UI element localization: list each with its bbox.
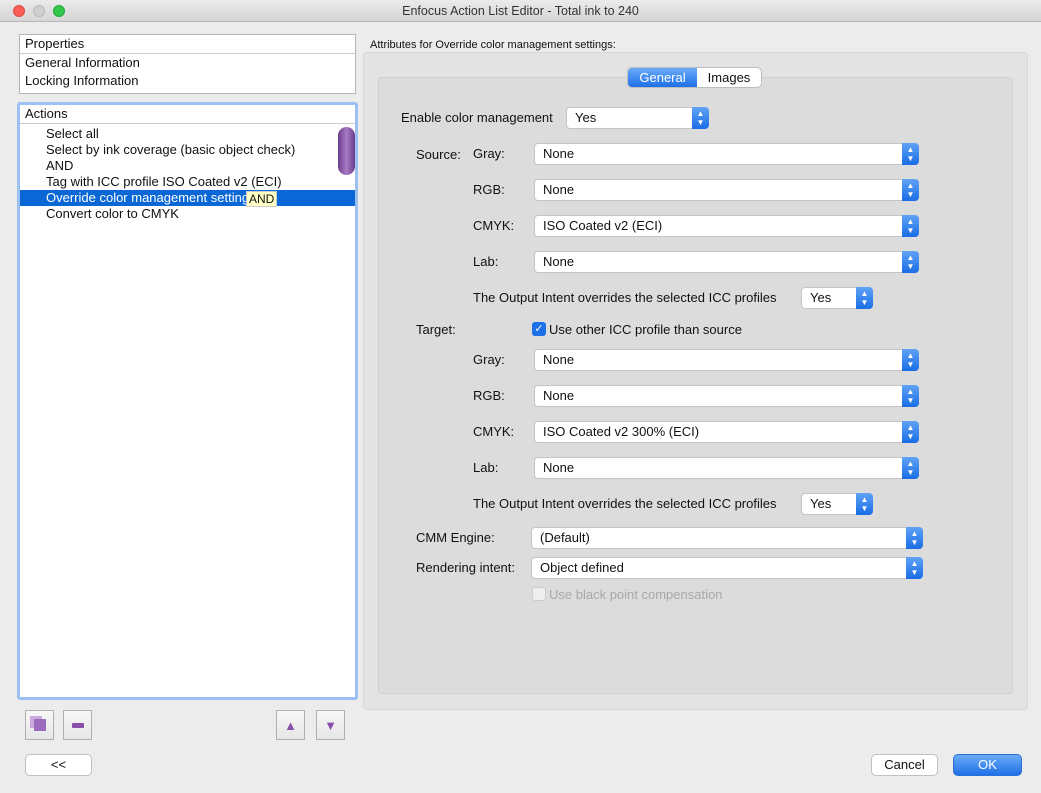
target-1-label: RGB: bbox=[473, 388, 505, 403]
arrow-down-icon: ▼ bbox=[324, 717, 337, 733]
chevron-updown-icon: ▲ ▼ bbox=[902, 215, 919, 237]
chevron-updown-icon: ▲ ▼ bbox=[906, 557, 923, 579]
cmm-select[interactable]: (Default) ▲ ▼ bbox=[531, 527, 923, 549]
actions-header-label: Actions bbox=[25, 106, 68, 121]
target-profile-select[interactable]: ISO Coated v2 300% (ECI) ▲ ▼ bbox=[534, 421, 919, 443]
target-profile-select[interactable]: None ▲ ▼ bbox=[534, 349, 919, 371]
tooltip: AND bbox=[246, 191, 278, 207]
bpc-checkbox[interactable] bbox=[532, 587, 546, 601]
properties-header: Properties bbox=[20, 35, 355, 54]
chevron-updown-icon: ▲ ▼ bbox=[692, 107, 709, 129]
bpc-label: Use black point compensation bbox=[549, 587, 723, 602]
move-up-button[interactable]: ▲ bbox=[276, 710, 305, 740]
chevron-updown-icon: ▲ ▼ bbox=[902, 421, 919, 443]
target-profile-select[interactable]: None ▲ ▼ bbox=[534, 457, 919, 479]
action-item[interactable]: Convert color to CMYK bbox=[20, 206, 355, 222]
actions-list[interactable]: Actions Select all Select by ink coverag… bbox=[17, 102, 358, 700]
source-label: Source: bbox=[416, 147, 461, 162]
arrow-up-icon: ▲ bbox=[284, 717, 297, 733]
target-profile-value: None bbox=[543, 388, 575, 403]
target-profile-value: ISO Coated v2 300% (ECI) bbox=[543, 424, 700, 439]
action-item[interactable]: Tag with ICC profile ISO Coated v2 (ECI) bbox=[20, 174, 355, 190]
target-2-label: CMYK: bbox=[473, 424, 515, 439]
source-3-label: Lab: bbox=[473, 254, 499, 269]
tab-images[interactable]: Images bbox=[697, 68, 761, 87]
source-profile-value: ISO Coated v2 (ECI) bbox=[543, 218, 663, 233]
cmm-value: (Default) bbox=[540, 530, 590, 545]
scrollbar-thumb[interactable] bbox=[338, 127, 355, 175]
target-profile-select[interactable]: None ▲ ▼ bbox=[534, 385, 919, 407]
tab-bar: General Images bbox=[627, 67, 762, 88]
chevron-updown-icon: ▲ ▼ bbox=[902, 179, 919, 201]
target-profile-value: None bbox=[543, 352, 575, 367]
intent-label: Rendering intent: bbox=[416, 560, 516, 575]
attributes-title: Attributes for Override color management… bbox=[370, 39, 616, 51]
source-oi-value: Yes bbox=[810, 290, 832, 305]
properties-list: Properties General Information Locking I… bbox=[19, 34, 356, 94]
source-0-label: Gray: bbox=[473, 146, 505, 161]
properties-item-locking[interactable]: Locking Information bbox=[20, 72, 355, 90]
source-profile-value: None bbox=[543, 182, 575, 197]
enable-label: Enable color management bbox=[401, 110, 553, 125]
target-oi-label: The Output Intent overrides the selected… bbox=[473, 496, 777, 511]
target-label: Target: bbox=[416, 322, 456, 337]
intent-select[interactable]: Object defined ▲ ▼ bbox=[531, 557, 923, 579]
source-profile-select[interactable]: ISO Coated v2 (ECI) ▲ ▼ bbox=[534, 215, 919, 237]
ok-button[interactable]: OK bbox=[953, 754, 1022, 776]
chevron-updown-icon: ▲ ▼ bbox=[902, 251, 919, 273]
target-0-label: Gray: bbox=[473, 352, 505, 367]
source-oi-label: The Output Intent overrides the selected… bbox=[473, 290, 777, 305]
duplicate-icon bbox=[33, 719, 46, 731]
source-profile-value: None bbox=[543, 254, 575, 269]
action-item[interactable]: AND bbox=[20, 158, 355, 174]
source-profile-select[interactable]: None ▲ ▼ bbox=[534, 179, 919, 201]
cmm-label: CMM Engine: bbox=[416, 530, 495, 545]
chevron-updown-icon: ▲ ▼ bbox=[856, 493, 873, 515]
chevron-updown-icon: ▲ ▼ bbox=[856, 287, 873, 309]
action-item-selected[interactable]: Override color management settings bbox=[20, 190, 355, 206]
close-button[interactable] bbox=[13, 5, 25, 17]
target-oi-value: Yes bbox=[810, 496, 832, 511]
source-1-label: RGB: bbox=[473, 182, 505, 197]
tab-general[interactable]: General bbox=[628, 68, 697, 87]
source-profile-select[interactable]: None ▲ ▼ bbox=[534, 251, 919, 273]
chevron-updown-icon: ▲ ▼ bbox=[902, 457, 919, 479]
target-profile-value: None bbox=[543, 460, 575, 475]
chevron-updown-icon: ▲ ▼ bbox=[902, 349, 919, 371]
title-bar: Enfocus Action List Editor - Total ink t… bbox=[0, 0, 1041, 22]
action-item[interactable]: Select by ink coverage (basic object che… bbox=[20, 142, 355, 158]
use-other-checkbox[interactable]: ✓ bbox=[532, 322, 546, 336]
chevron-updown-icon: ▲ ▼ bbox=[906, 527, 923, 549]
collapse-button[interactable]: << bbox=[25, 754, 92, 776]
use-other-label: Use other ICC profile than source bbox=[549, 322, 742, 337]
action-item[interactable]: Select all bbox=[20, 126, 355, 142]
target-3-label: Lab: bbox=[473, 460, 499, 475]
target-oi-select[interactable]: Yes ▲ ▼ bbox=[801, 493, 873, 515]
source-profile-select[interactable]: None ▲ ▼ bbox=[534, 143, 919, 165]
duplicate-button[interactable] bbox=[25, 710, 54, 740]
chevron-updown-icon: ▲ ▼ bbox=[902, 385, 919, 407]
intent-value: Object defined bbox=[540, 560, 624, 575]
enable-select[interactable]: Yes ▲ ▼ bbox=[566, 107, 709, 129]
actions-header: Actions bbox=[20, 105, 355, 124]
enable-value: Yes bbox=[575, 110, 597, 125]
minus-icon bbox=[71, 722, 84, 728]
zoom-button[interactable] bbox=[53, 5, 65, 17]
properties-item-general[interactable]: General Information bbox=[20, 54, 355, 72]
source-2-label: CMYK: bbox=[473, 218, 515, 233]
cancel-button[interactable]: Cancel bbox=[871, 754, 938, 776]
remove-button[interactable] bbox=[63, 710, 92, 740]
source-profile-value: None bbox=[543, 146, 575, 161]
minimize-button[interactable] bbox=[33, 5, 45, 17]
chevron-updown-icon: ▲ ▼ bbox=[902, 143, 919, 165]
source-oi-select[interactable]: Yes ▲ ▼ bbox=[801, 287, 873, 309]
move-down-button[interactable]: ▼ bbox=[316, 710, 345, 740]
window-title: Enfocus Action List Editor - Total ink t… bbox=[402, 4, 639, 18]
